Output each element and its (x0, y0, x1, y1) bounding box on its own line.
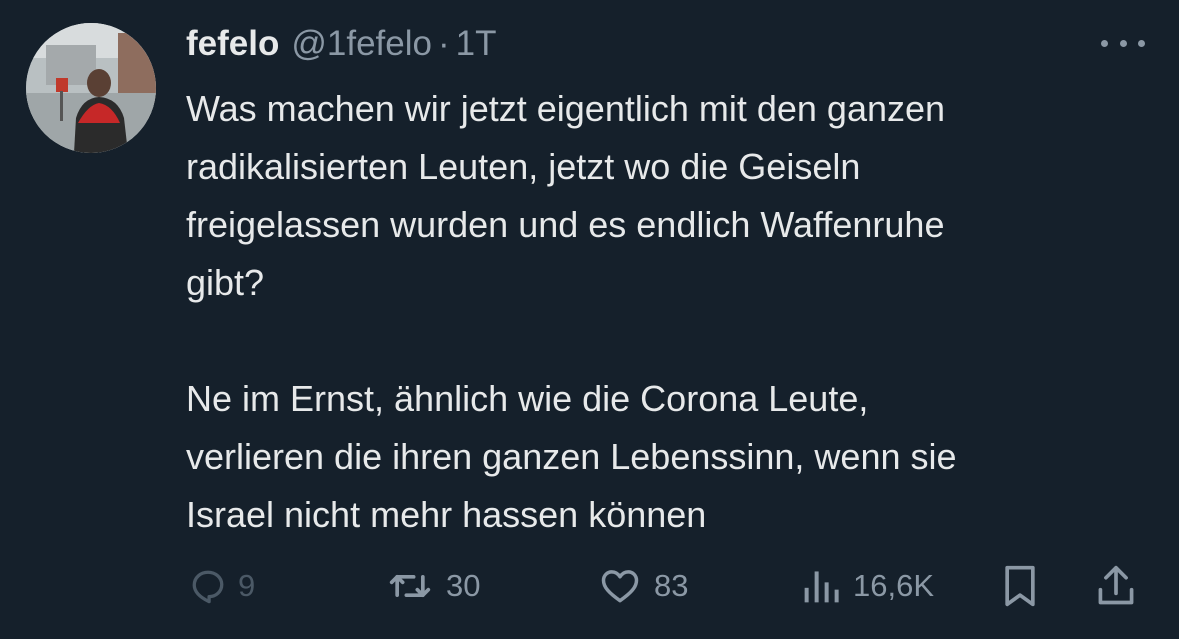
reply-icon (192, 570, 224, 604)
views-count: 16,6K (853, 568, 935, 603)
like-button[interactable]: 83 (598, 560, 688, 612)
tweet-paragraph: Was machen wir jetzt eigentlich mit den … (186, 88, 946, 303)
avatar[interactable] (26, 23, 156, 153)
bookmark-button[interactable] (998, 560, 1042, 612)
separator-dot: · (437, 24, 450, 63)
like-count: 83 (654, 568, 689, 603)
views-button[interactable]: 16,6K (801, 560, 934, 612)
retweet-count: 30 (446, 568, 481, 603)
tweet-text: Was machen wir jetzt eigentlich mit den … (186, 80, 1156, 544)
dot (1101, 39, 1108, 47)
tweet-paragraph: Ne im Ernst, ähnlich wie die Corona Leut… (186, 378, 957, 535)
bookmark-icon (1005, 565, 1035, 607)
more-dots-icon[interactable] (1101, 30, 1145, 56)
dot (1138, 39, 1145, 47)
tweet-header: fefelo @1fefelo · 1T (186, 20, 497, 68)
reply-count: 9 (238, 568, 256, 603)
heart-icon (601, 570, 639, 603)
share-icon (1098, 565, 1134, 605)
share-button[interactable] (1094, 560, 1138, 612)
retweet-icon (389, 575, 431, 597)
display-name[interactable]: fefelo (186, 24, 279, 64)
timestamp[interactable]: 1T (456, 24, 497, 64)
retweet-button[interactable]: 30 (386, 560, 480, 612)
profile-photo (26, 23, 156, 153)
action-bar: 9 30 83 16,6K (186, 560, 1146, 612)
user-handle[interactable]: @1fefelo (291, 24, 432, 64)
views-icon (804, 571, 839, 603)
reply-button[interactable]: 9 (186, 560, 255, 612)
dot (1119, 39, 1127, 47)
